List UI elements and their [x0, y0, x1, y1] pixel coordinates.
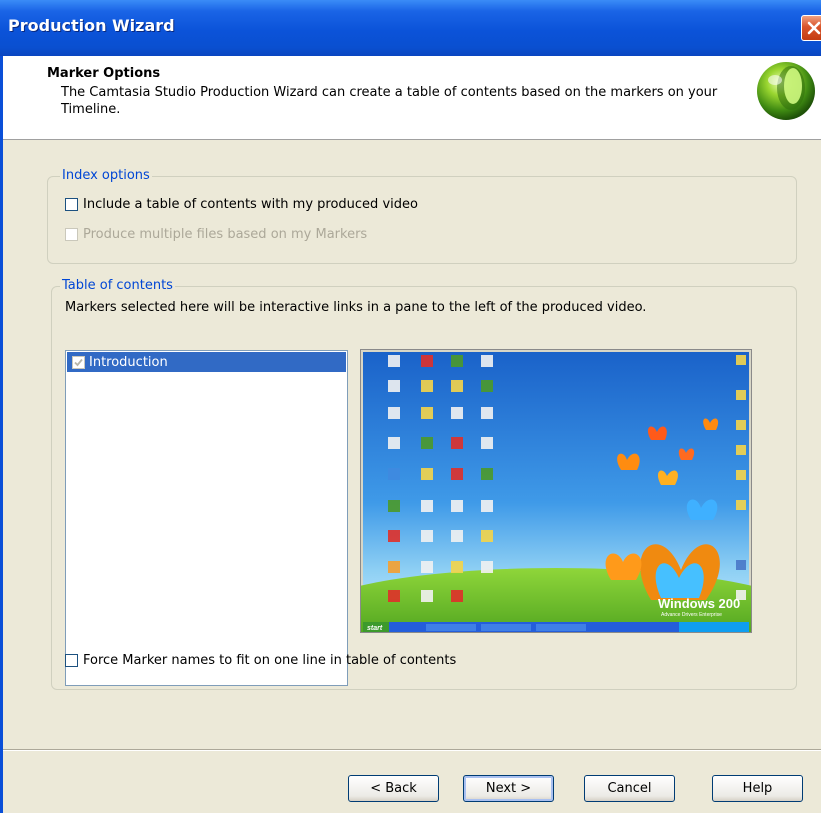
force-one-line-checkbox[interactable] [65, 654, 78, 667]
close-button[interactable] [801, 15, 821, 41]
desktop-preview-image: Windows 200 Advance Drivers Enterprise s… [361, 352, 751, 632]
title-bar[interactable]: Production Wizard [0, 0, 821, 56]
marker-list-item[interactable]: Introduction [67, 352, 346, 372]
preview-start-button: start [367, 625, 383, 632]
multiple-files-option: Produce multiple files based on my Marke… [65, 227, 367, 242]
marker-list[interactable]: Introduction [65, 350, 348, 686]
os-watermark: Windows 200 [658, 596, 740, 611]
checkmark-icon [74, 358, 83, 366]
include-toc-option[interactable]: Include a table of contents with my prod… [65, 197, 418, 212]
video-preview: Windows 200 Advance Drivers Enterprise s… [360, 349, 752, 633]
marker-label: Introduction [89, 354, 168, 370]
toc-legend: Table of contents [60, 278, 175, 293]
window-title: Production Wizard [8, 16, 175, 35]
index-options-legend: Index options [60, 168, 152, 183]
os-watermark-sub: Advance Drivers Enterprise [661, 612, 722, 618]
multiple-files-checkbox [65, 228, 78, 241]
help-button[interactable]: Help [712, 775, 803, 802]
cancel-button[interactable]: Cancel [584, 775, 675, 802]
page-title: Marker Options [47, 66, 161, 81]
close-icon [807, 21, 821, 35]
include-toc-label: Include a table of contents with my prod… [83, 197, 418, 212]
multiple-files-label: Produce multiple files based on my Marke… [83, 227, 368, 242]
next-button[interactable]: Next > [463, 775, 554, 802]
footer-divider [3, 749, 821, 751]
dialog-client-area: Marker Options The Camtasia Studio Produ… [0, 56, 821, 813]
back-button[interactable]: < Back [348, 775, 439, 802]
force-one-line-option[interactable]: Force Marker names to fit on one line in… [65, 653, 456, 668]
camtasia-logo-icon [757, 62, 815, 120]
index-options-group: Index options [47, 168, 797, 264]
page-description: The Camtasia Studio Production Wizard ca… [61, 85, 718, 117]
toc-description: Markers selected here will be interactiv… [65, 300, 647, 315]
include-toc-checkbox[interactable] [65, 198, 78, 211]
force-one-line-label: Force Marker names to fit on one line in… [83, 653, 457, 668]
production-wizard-window: Production Wizard Marker Options The Cam… [0, 0, 821, 813]
marker-checkbox[interactable] [72, 355, 85, 369]
wizard-header: Marker Options The Camtasia Studio Produ… [3, 56, 821, 140]
